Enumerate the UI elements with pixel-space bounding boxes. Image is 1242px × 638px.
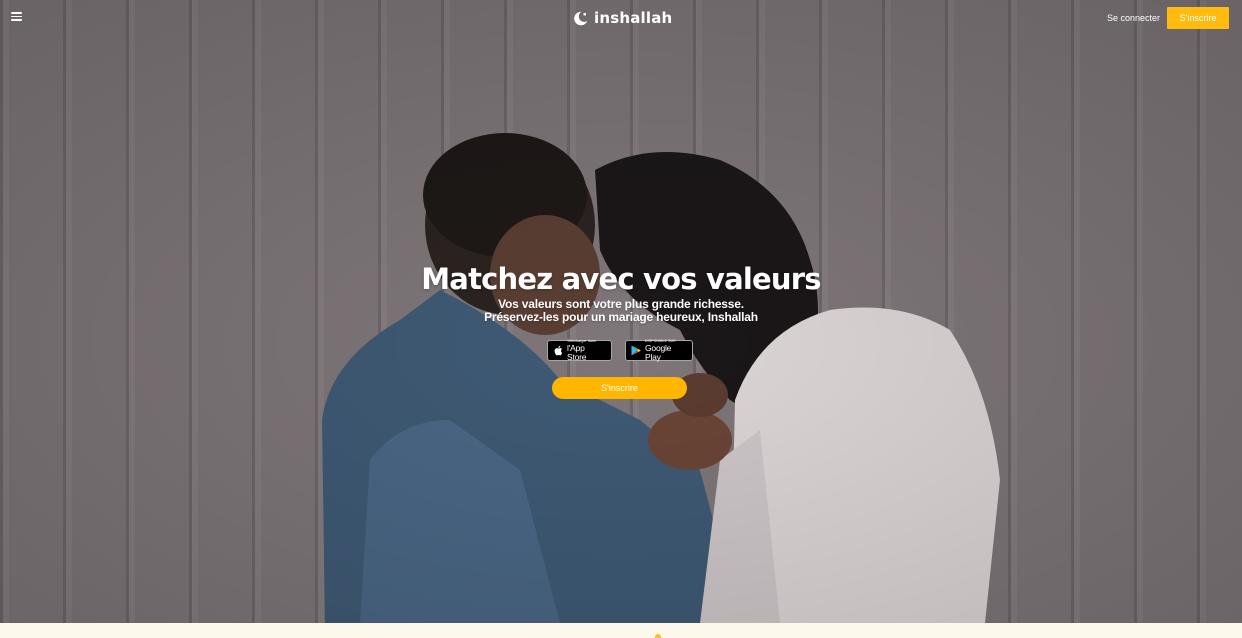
google-play-badge[interactable]: DISPONIBLE SUR Google Play bbox=[625, 339, 693, 362]
login-link[interactable]: Se connecter bbox=[1107, 13, 1160, 23]
signup-hero-button[interactable]: S'inscrire bbox=[552, 377, 687, 399]
app-store-big-text: l'App Store bbox=[567, 343, 587, 362]
next-section-peek bbox=[0, 623, 1242, 638]
hero-title: Matchez avec vos valeurs bbox=[421, 262, 821, 296]
decorative-dot bbox=[655, 634, 661, 638]
logo[interactable]: inshallah bbox=[572, 8, 672, 28]
hero-subtitle-line-2: Préservez-les pour un mariage heureux, I… bbox=[484, 310, 758, 324]
google-play-big-text: Google Play bbox=[645, 343, 672, 362]
google-play-icon bbox=[631, 345, 641, 356]
signup-header-button[interactable]: S'inscrire bbox=[1167, 7, 1229, 29]
crescent-moon-icon bbox=[574, 11, 588, 25]
hamburger-menu-icon[interactable] bbox=[11, 12, 22, 21]
hero-subtitle: Vos valeurs sont votre plus grande riche… bbox=[0, 298, 1242, 324]
app-store-badge[interactable]: Télécharger dans l'App Store bbox=[547, 339, 612, 362]
top-navigation: inshallah Se connecter S'inscrire bbox=[0, 0, 1242, 36]
logo-text: inshallah bbox=[594, 9, 673, 27]
apple-icon bbox=[554, 345, 563, 356]
